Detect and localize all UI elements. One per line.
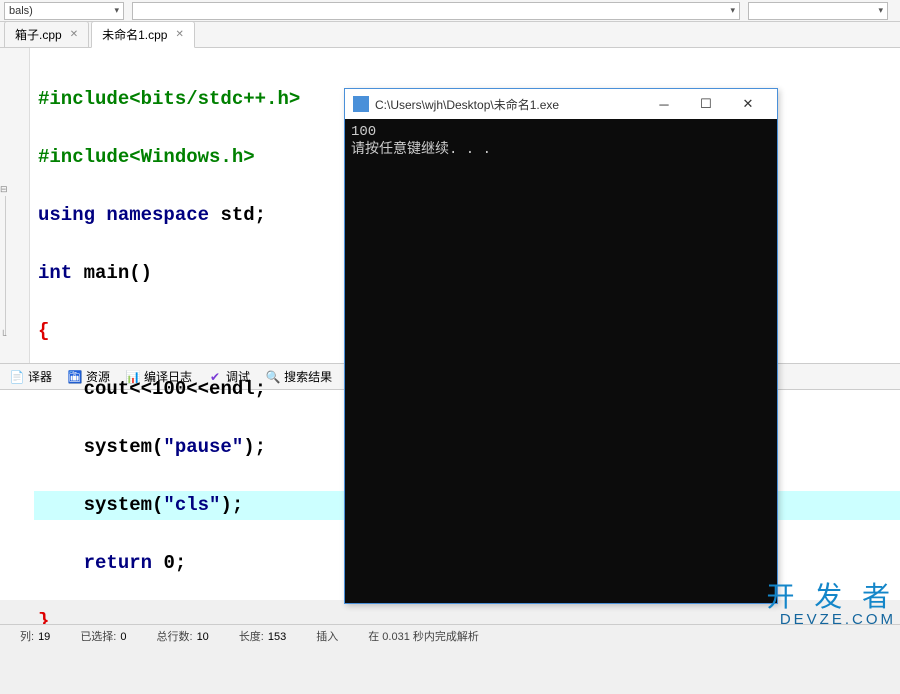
watermark: 开 发 者 DEVZE.COM xyxy=(766,575,896,628)
fold-line xyxy=(5,196,6,336)
string: "cls" xyxy=(163,494,220,516)
status-selected: 已选择:0 xyxy=(80,628,126,644)
keyword: using xyxy=(38,204,95,226)
editor-gutter: ⊟ └ xyxy=(0,48,30,363)
globals-text: bals) xyxy=(9,5,33,17)
close-icon[interactable]: ✕ xyxy=(70,29,78,40)
output-line: 请按任意键继续. . . xyxy=(351,142,491,158)
console-output[interactable]: 100 请按任意键继续. . . xyxy=(345,119,777,603)
close-button[interactable]: ✕ xyxy=(727,90,769,118)
code-text: system( xyxy=(38,436,163,458)
tab-label: 箱子.cpp xyxy=(15,26,62,43)
keyword: return xyxy=(84,552,152,574)
file-tabs: 箱子.cpp ✕ 未命名1.cpp ✕ xyxy=(0,22,900,48)
code-text: system( xyxy=(38,494,163,516)
tab-file-1[interactable]: 箱子.cpp ✕ xyxy=(4,21,89,47)
semi: ; xyxy=(175,552,186,574)
console-window[interactable]: C:\Users\wjh\Desktop\未命名1.exe ─ ☐ ✕ 100 … xyxy=(344,88,778,604)
tab-label: 未命名1.cpp xyxy=(102,26,167,43)
compiler-icon: 📄 xyxy=(10,370,24,384)
status-col: 列:19 xyxy=(20,628,50,644)
identifier: std; xyxy=(209,204,266,226)
window-controls: ─ ☐ ✕ xyxy=(643,90,769,118)
function-name: main xyxy=(72,262,129,284)
status-total-lines: 总行数:10 xyxy=(157,628,209,644)
indent xyxy=(38,552,84,574)
fold-end-icon: └ xyxy=(0,330,6,340)
watermark-text: 开 发 者 xyxy=(766,581,896,612)
watermark-sub: DEVZE.COM xyxy=(766,611,896,628)
minimize-button[interactable]: ─ xyxy=(643,90,685,118)
app-icon xyxy=(353,96,369,112)
status-parse-time: 在 0.031 秒内完成解析 xyxy=(368,628,479,644)
keyword: int xyxy=(38,262,72,284)
code-text: <<endl; xyxy=(186,378,266,400)
string: "pause" xyxy=(163,436,243,458)
tab-file-2[interactable]: 未命名1.cpp ✕ xyxy=(91,21,195,48)
status-length: 长度:153 xyxy=(239,628,286,644)
dropdown-arrow-icon: ▾ xyxy=(730,5,735,16)
top-toolbar: bals) ▾ ▾ ▾ xyxy=(0,0,900,22)
number: 0 xyxy=(163,552,174,574)
keyword: namespace xyxy=(106,204,209,226)
brace: { xyxy=(38,320,49,342)
symbol-dropdown[interactable]: ▾ xyxy=(132,2,740,20)
include-path: <bits/stdc++.h> xyxy=(129,88,300,110)
fold-icon[interactable]: ⊟ xyxy=(0,184,8,195)
include-path: <Windows.h> xyxy=(129,146,254,168)
space xyxy=(152,552,163,574)
status-mode: 插入 xyxy=(316,628,338,644)
code-text: ); xyxy=(220,494,243,516)
globals-dropdown[interactable]: bals) ▾ xyxy=(4,2,124,20)
preprocessor: #include xyxy=(38,146,129,168)
maximize-button[interactable]: ☐ xyxy=(685,90,727,118)
parens: () xyxy=(129,262,152,284)
status-bar: 列:19 已选择:0 总行数:10 长度:153 插入 在 0.031 秒内完成… xyxy=(0,624,900,646)
dropdown-arrow-icon: ▾ xyxy=(114,5,119,16)
number: 100 xyxy=(152,378,186,400)
code-text: cout<< xyxy=(38,378,152,400)
console-title: C:\Users\wjh\Desktop\未命名1.exe xyxy=(375,96,643,113)
extra-dropdown[interactable]: ▾ xyxy=(748,2,888,20)
preprocessor: #include xyxy=(38,88,129,110)
output-line: 100 xyxy=(351,124,376,140)
close-icon[interactable]: ✕ xyxy=(175,29,183,40)
console-title-bar[interactable]: C:\Users\wjh\Desktop\未命名1.exe ─ ☐ ✕ xyxy=(345,89,777,119)
dropdown-arrow-icon: ▾ xyxy=(878,5,883,16)
code-text: ); xyxy=(243,436,266,458)
